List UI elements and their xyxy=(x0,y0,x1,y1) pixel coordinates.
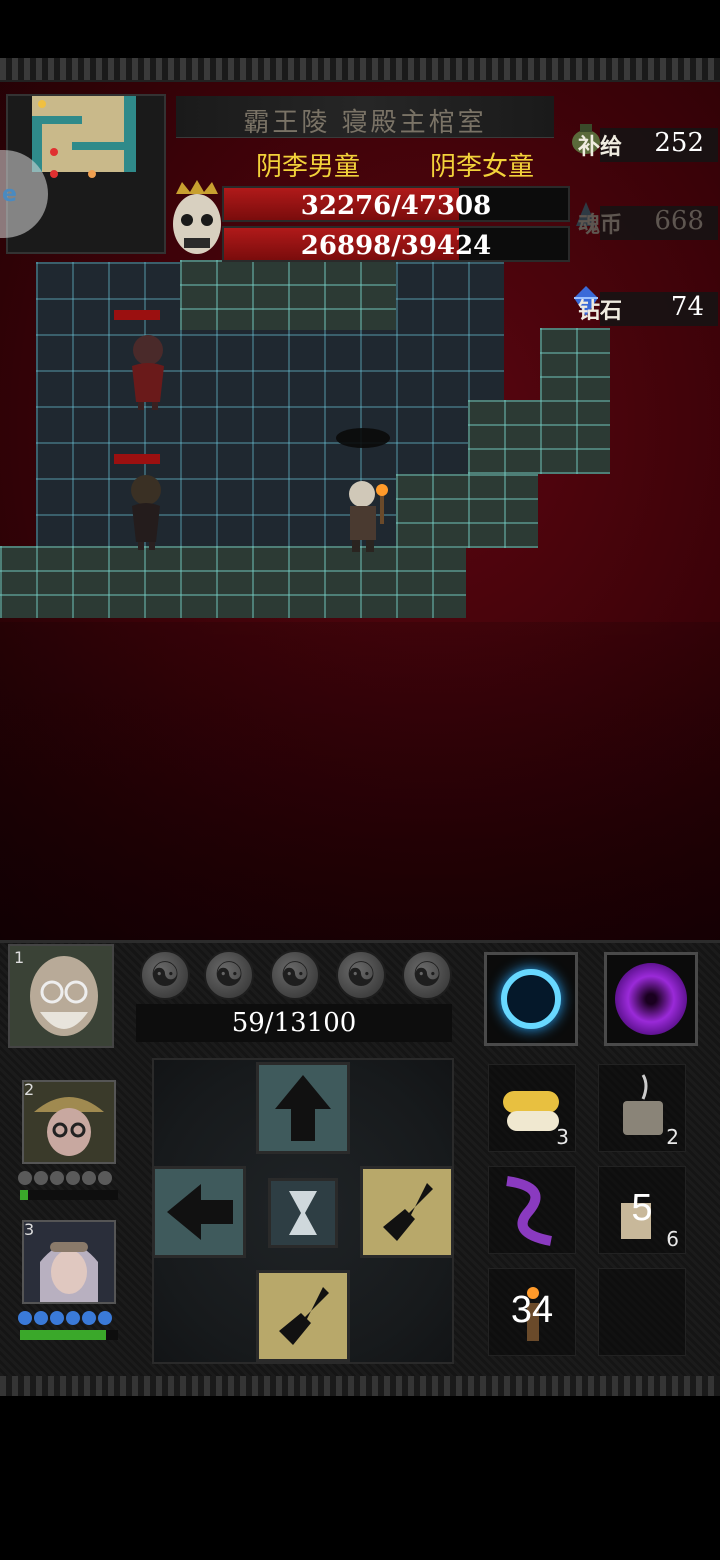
side-handle-label: e xyxy=(2,182,17,207)
item-cooldown-number: 34 xyxy=(510,1289,554,1331)
stone-wall xyxy=(180,260,396,330)
boss-name: 阴李女童 xyxy=(430,152,535,182)
shovel-icon xyxy=(279,1287,329,1345)
minimap-marker xyxy=(38,100,46,108)
shovel-icon xyxy=(383,1183,433,1241)
stone-wall xyxy=(0,546,466,618)
enemy-hp-bar xyxy=(114,310,160,320)
vortex-icon xyxy=(615,963,687,1035)
enemy-hp-bar xyxy=(114,454,160,464)
party-orbs xyxy=(18,1170,114,1185)
minimap-player-marker xyxy=(88,170,96,178)
party-portrait xyxy=(22,1080,116,1164)
boss-hp-text: 26898/39424 xyxy=(300,231,492,261)
item-slot-talisman[interactable]: 5 6 xyxy=(598,1166,686,1254)
scene-vignette xyxy=(0,622,720,940)
stone-wall xyxy=(468,400,610,474)
ghost-child-enemy[interactable] xyxy=(118,470,174,550)
minimap-enemy-marker xyxy=(50,170,58,178)
top-ornament-border xyxy=(0,58,720,82)
slot-number: 1 xyxy=(14,948,25,967)
soul-coin-label: 魂币 xyxy=(578,212,623,238)
item-count: 6 xyxy=(666,1227,679,1251)
hero-sprite[interactable] xyxy=(336,476,396,552)
party-member-2[interactable]: 2 xyxy=(12,1074,134,1214)
leader-xp-text: 59/13100 xyxy=(231,1008,357,1038)
yin-yang-orb: ☯ xyxy=(402,950,452,1000)
lightning-ring-skill[interactable] xyxy=(484,952,578,1046)
diamond-label: 钻石 xyxy=(578,298,623,324)
yin-yang-orb: ☯ xyxy=(270,950,320,1000)
item-cooldown-number: 5 xyxy=(631,1187,653,1229)
lightning-ring-icon xyxy=(501,969,561,1029)
wait-button[interactable] xyxy=(268,1178,338,1248)
boss-hp-bar: 32276/47308 xyxy=(222,186,570,222)
purple-tentacle-icon xyxy=(506,1176,553,1246)
item-slot-pills[interactable]: 3 xyxy=(488,1064,576,1152)
dig-right-button[interactable] xyxy=(360,1166,454,1258)
boss-hp-text: 32276/47308 xyxy=(300,191,492,221)
yin-yang-orb: ☯ xyxy=(140,950,190,1000)
leader-portrait[interactable]: 1 xyxy=(8,944,114,1048)
goggle-girl-avatar xyxy=(40,1242,98,1302)
yin-yang-orb: ☯ xyxy=(204,950,254,1000)
party-hp-fill xyxy=(20,1190,28,1200)
slot-number: 3 xyxy=(24,1220,35,1239)
top-letterbox xyxy=(0,0,720,58)
party-orbs xyxy=(18,1310,114,1325)
ghost-child-enemy[interactable] xyxy=(120,330,176,410)
location-title-bar: 霸王陵 寝殿主棺室 xyxy=(176,96,554,138)
party-hp-bar xyxy=(20,1190,118,1200)
supply-counter[interactable]: 补给 252 xyxy=(566,122,718,166)
bottom-ornament-border xyxy=(0,1376,720,1396)
supply-label: 补给 xyxy=(578,134,623,160)
skull-crown-icon xyxy=(173,180,221,254)
item-slot-incense[interactable]: 2 xyxy=(598,1064,686,1152)
soul-coin-value: 668 xyxy=(654,206,704,236)
move-up-button[interactable] xyxy=(256,1062,350,1154)
item-slot-tentacle[interactable] xyxy=(488,1166,576,1254)
boss-name: 阴李男童 xyxy=(256,152,361,182)
item-count: 3 xyxy=(556,1125,569,1149)
soul-coin-counter[interactable]: 魂币 668 xyxy=(566,200,718,244)
dig-down-button[interactable] xyxy=(256,1270,350,1362)
movement-dpad xyxy=(152,1058,454,1364)
goggled-hat-avatar xyxy=(34,1097,104,1156)
boss-names: 阴李男童 阴李女童 xyxy=(176,142,568,182)
minimap-enemy-marker xyxy=(50,148,58,156)
bottom-letterbox xyxy=(0,1396,720,1560)
party-portrait xyxy=(22,1220,116,1304)
stone-wall xyxy=(396,474,538,548)
item-slot-candle[interactable]: 34 xyxy=(488,1268,576,1356)
void-vortex-skill[interactable] xyxy=(604,952,698,1046)
slot-number: 2 xyxy=(24,1080,35,1099)
hourglass-icon xyxy=(289,1191,317,1235)
item-count: 2 xyxy=(666,1125,679,1149)
party-member-3[interactable]: 3 xyxy=(12,1214,134,1354)
boss-hp-bar: 26898/39424 xyxy=(222,226,570,262)
leader-xp-bar: 59/13100 xyxy=(136,1004,452,1042)
party-hp-fill xyxy=(20,1330,107,1340)
diamond-counter[interactable]: 钻石 74 xyxy=(566,286,718,330)
arrow-up-icon xyxy=(275,1075,331,1141)
old-man-avatar xyxy=(30,956,98,1036)
move-left-button[interactable] xyxy=(152,1166,246,1258)
arrow-left-icon xyxy=(167,1184,233,1240)
yin-yang-orb: ☯ xyxy=(336,950,386,1000)
supply-value: 252 xyxy=(654,128,704,158)
diamond-value: 74 xyxy=(670,292,704,322)
shadow-spot xyxy=(336,428,390,448)
item-slot-empty[interactable] xyxy=(598,1268,686,1356)
party-hp-bar xyxy=(20,1330,118,1340)
location-title: 霸王陵 寝殿主棺室 xyxy=(243,108,487,138)
